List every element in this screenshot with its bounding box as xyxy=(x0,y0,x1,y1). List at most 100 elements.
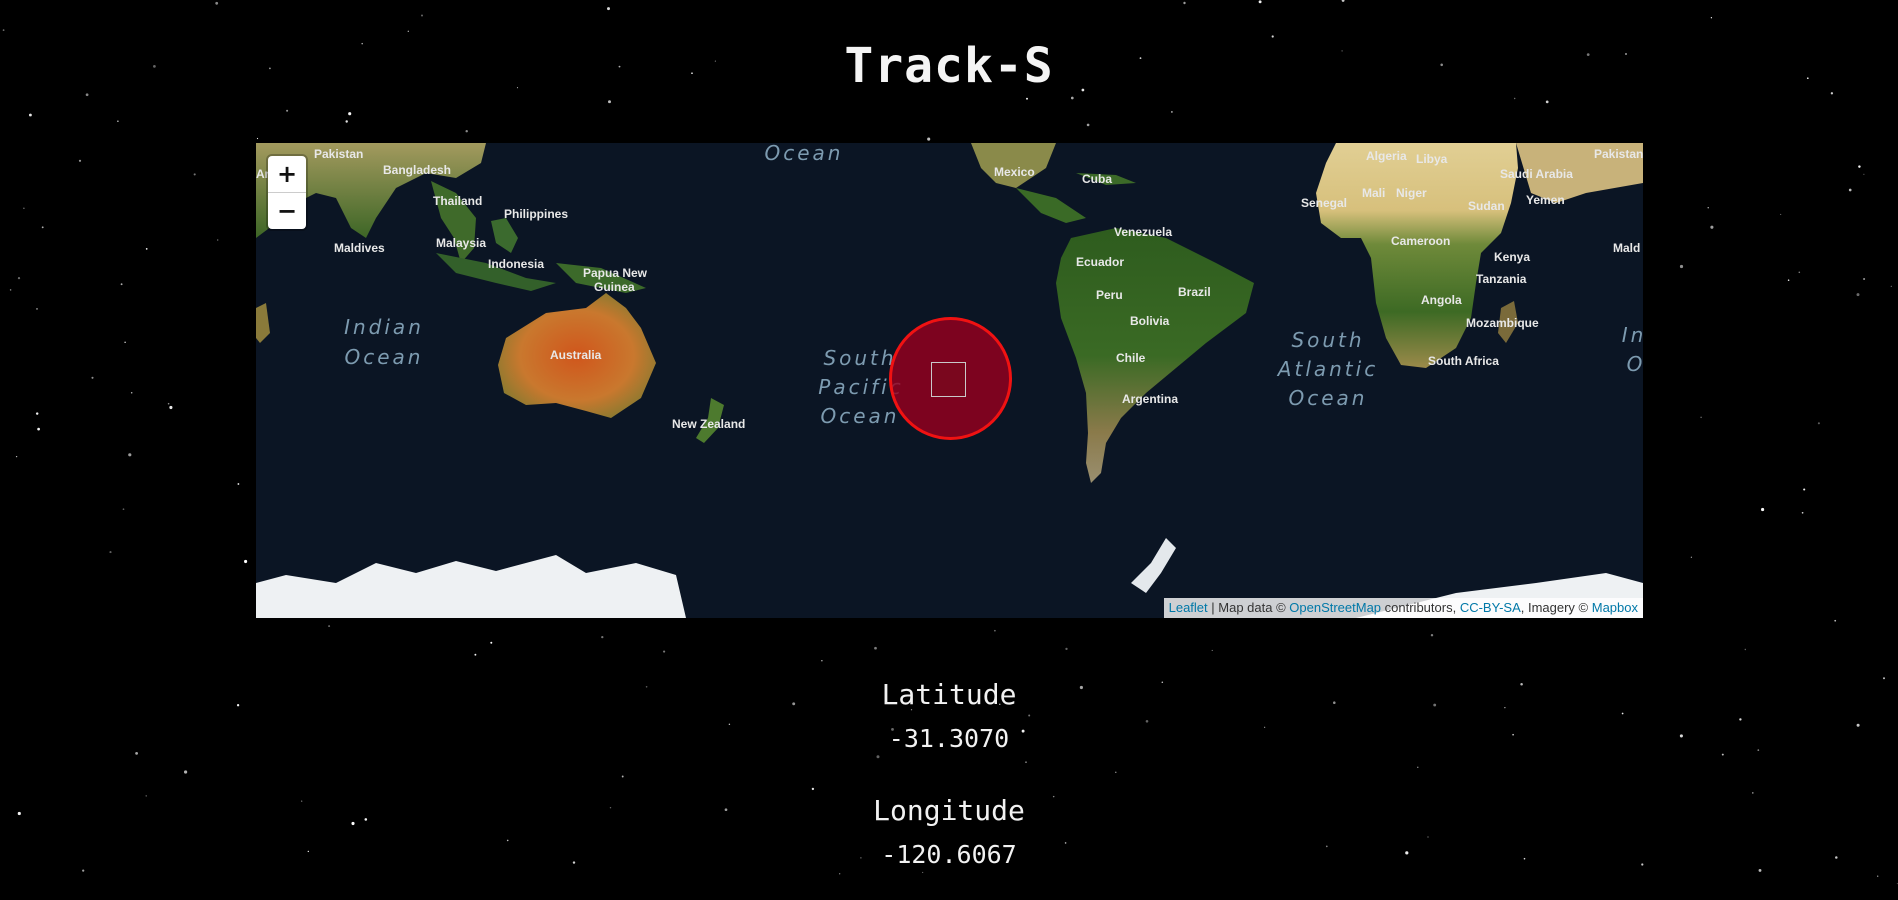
star xyxy=(124,341,126,343)
star xyxy=(1086,123,1090,127)
map-container[interactable]: Pakistan Ar Bangladesh Thailand Philippi… xyxy=(256,143,1643,618)
label-senegal: Senegal xyxy=(1301,196,1347,210)
star xyxy=(244,559,248,564)
star xyxy=(41,226,44,229)
star xyxy=(1761,507,1765,512)
star xyxy=(1834,619,1837,622)
label-peru: Peru xyxy=(1096,288,1123,302)
star xyxy=(130,391,133,394)
label-bangladesh: Bangladesh xyxy=(383,163,451,177)
latitude-label: Latitude xyxy=(881,678,1017,711)
label-argentina: Argentina xyxy=(1122,392,1178,406)
label-papua-1: Papua New xyxy=(583,266,648,280)
star xyxy=(1710,17,1713,19)
location-marker-icon[interactable] xyxy=(931,362,966,397)
star xyxy=(874,646,877,650)
star xyxy=(1744,648,1747,651)
star xyxy=(1877,875,1879,877)
label-south-pacific-3: Ocean xyxy=(821,404,900,428)
star xyxy=(601,635,604,639)
star xyxy=(1787,279,1790,281)
star xyxy=(1856,293,1860,297)
label-south-atlantic-3: Ocean xyxy=(1289,386,1368,410)
license-link[interactable]: CC-BY-SA xyxy=(1460,600,1521,615)
label-indonesia: Indonesia xyxy=(488,257,544,271)
star xyxy=(128,453,132,457)
label-ocean-top: Ocean xyxy=(765,143,844,165)
label-libya: Libya xyxy=(1416,152,1448,166)
label-mali: Mali xyxy=(1362,186,1385,200)
star xyxy=(23,207,25,209)
star xyxy=(145,248,148,250)
star xyxy=(1721,753,1724,756)
leaflet-link[interactable]: Leaflet xyxy=(1169,600,1208,615)
longitude-value: -120.6067 xyxy=(881,840,1017,869)
label-chile: Chile xyxy=(1116,351,1146,365)
label-indian-right-1: In xyxy=(1622,323,1643,347)
star xyxy=(1065,647,1068,651)
star xyxy=(1028,714,1031,717)
star xyxy=(345,120,348,123)
label-saudi-arabia: Saudi Arabia xyxy=(1500,167,1573,181)
star xyxy=(78,159,82,162)
star xyxy=(407,30,409,32)
latitude-value: -31.3070 xyxy=(888,724,1010,753)
star xyxy=(1145,720,1149,723)
label-angola: Angola xyxy=(1421,293,1462,307)
star xyxy=(37,427,40,431)
star xyxy=(876,755,880,759)
star xyxy=(1026,97,1028,100)
star xyxy=(1341,0,1345,2)
star xyxy=(256,137,259,140)
label-philippines: Philippines xyxy=(504,207,568,221)
star xyxy=(1700,416,1702,419)
star xyxy=(1417,766,1419,768)
label-malaysia: Malaysia xyxy=(436,236,486,250)
attribution-contributors: contributors, xyxy=(1381,600,1460,615)
mapbox-link[interactable]: Mapbox xyxy=(1592,600,1638,615)
label-algeria: Algeria xyxy=(1366,149,1407,163)
label-venezuela: Venezuela xyxy=(1114,225,1172,239)
star xyxy=(17,276,21,280)
star xyxy=(122,508,125,511)
label-pakistan-right: Pakistan xyxy=(1594,147,1643,161)
label-maldives-left: Maldives xyxy=(334,241,385,255)
star xyxy=(663,650,666,653)
star xyxy=(9,289,12,291)
label-tanzania: Tanzania xyxy=(1476,272,1527,286)
label-sudan: Sudan xyxy=(1468,199,1505,213)
label-papua-2: Guinea xyxy=(594,280,635,294)
map-attribution: Leaflet | Map data © OpenStreetMap contr… xyxy=(1163,598,1643,618)
star xyxy=(1690,556,1693,558)
star xyxy=(839,873,841,875)
star xyxy=(237,483,240,485)
star xyxy=(1739,718,1742,721)
star xyxy=(607,7,610,11)
star xyxy=(82,869,85,872)
star xyxy=(1858,165,1861,168)
star xyxy=(217,239,219,241)
star xyxy=(184,770,188,774)
label-mozambique: Mozambique xyxy=(1466,316,1539,330)
star xyxy=(1863,277,1866,281)
label-new-zealand: New Zealand xyxy=(672,417,745,431)
label-south-atlantic-2: Atlantic xyxy=(1276,357,1378,381)
star xyxy=(117,120,119,123)
star xyxy=(169,405,173,410)
label-thailand: Thailand xyxy=(433,194,482,208)
star xyxy=(490,641,493,644)
star xyxy=(1258,0,1262,4)
osm-link[interactable]: OpenStreetMap xyxy=(1289,600,1381,615)
zoom-in-button[interactable]: + xyxy=(268,156,306,193)
zoom-control: + − xyxy=(268,156,306,229)
zoom-out-button[interactable]: − xyxy=(268,193,306,229)
star xyxy=(36,308,38,310)
label-indian-ocean-2: Ocean xyxy=(345,345,424,369)
star xyxy=(120,283,123,286)
longitude-label: Longitude xyxy=(873,794,1025,827)
star xyxy=(109,551,112,554)
attribution-imagery: , Imagery © xyxy=(1520,600,1592,615)
star xyxy=(1545,100,1549,104)
star xyxy=(348,112,352,116)
star xyxy=(821,660,823,662)
